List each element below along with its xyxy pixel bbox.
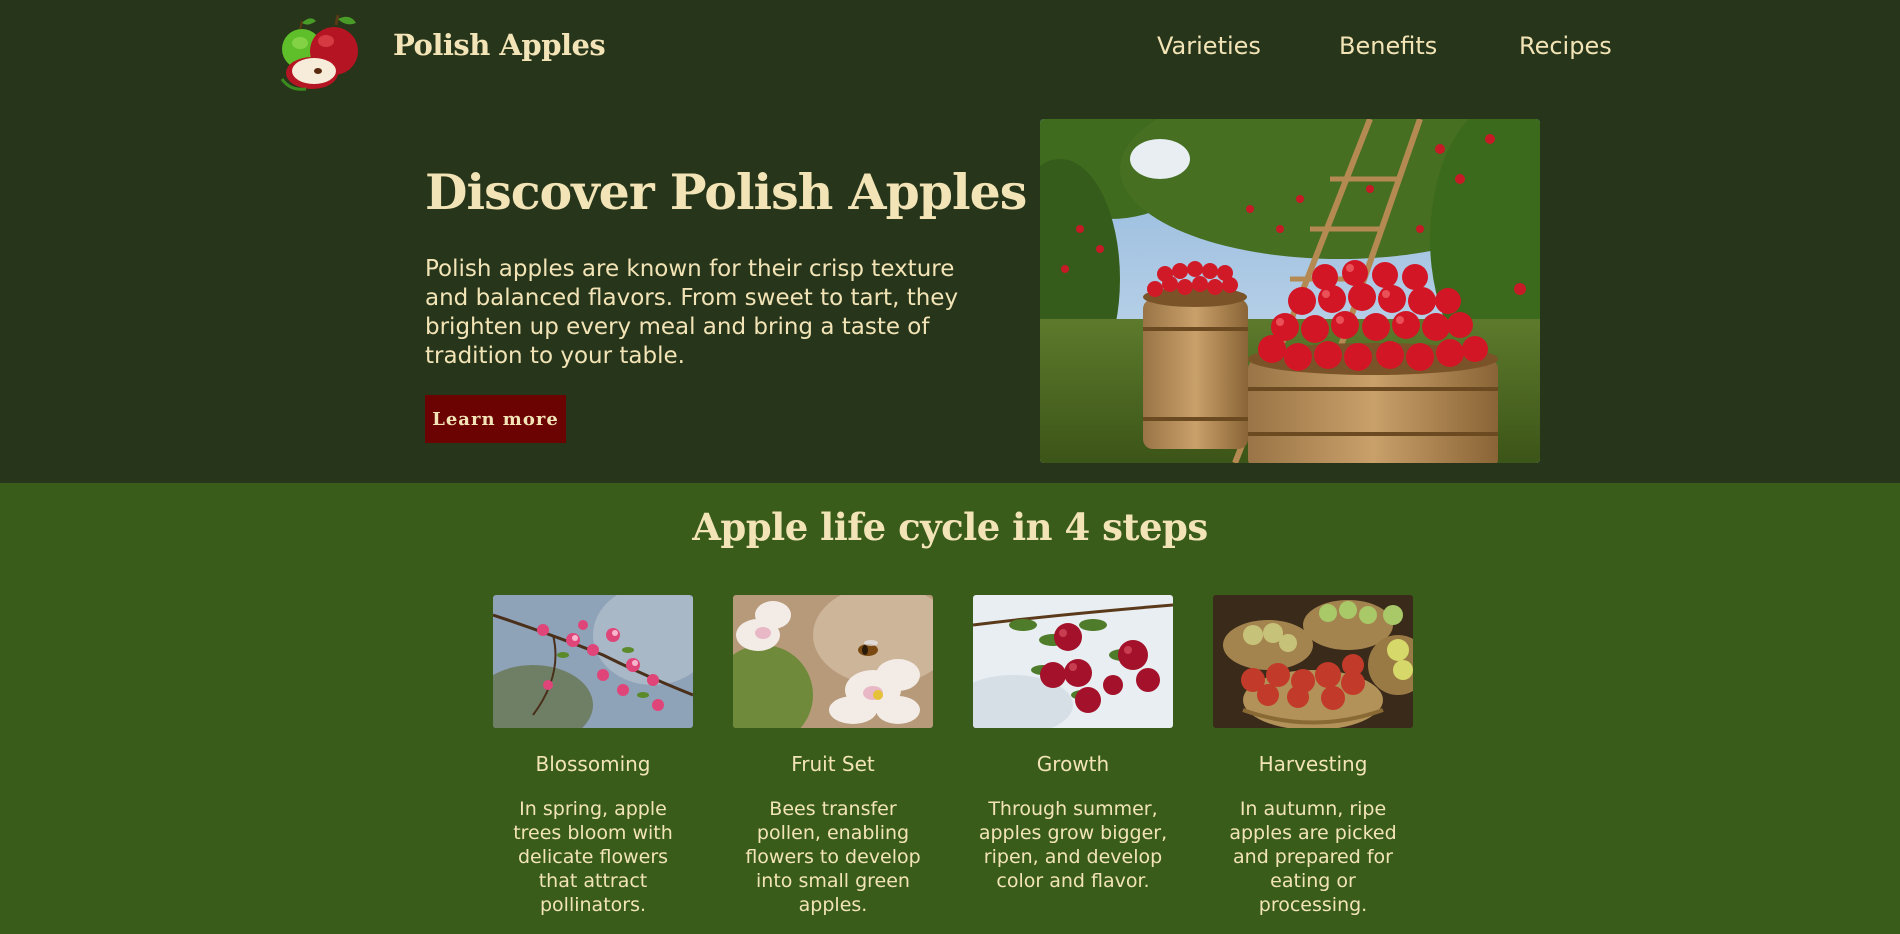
step-card-fruit-set: Fruit Set Bees transfer pollen, enabling…: [733, 595, 933, 917]
brand-name[interactable]: Polish Apples: [393, 28, 606, 62]
bee-on-blossom-image: [733, 595, 933, 728]
step-card-growth: Growth Through summer, apples grow bigge…: [973, 595, 1173, 893]
apples-logo-icon[interactable]: [276, 13, 372, 93]
step-name: Harvesting: [1258, 752, 1368, 776]
step-name: Fruit Set: [791, 752, 875, 776]
section-title: Apple life cycle in 4 steps: [692, 505, 1208, 549]
hero-description: Polish apples are known for their crisp …: [425, 256, 959, 369]
apple-blossom-image: [493, 595, 693, 728]
step-description: Through summer, apples grow bigger, ripe…: [978, 798, 1168, 892]
step-description: In autumn, ripe apples are picked and pr…: [1229, 798, 1397, 916]
learn-more-button[interactable]: Learn more: [425, 395, 566, 443]
step-card-harvesting: Harvesting In autumn, ripe apples are pi…: [1213, 595, 1413, 917]
lifecycle-section: Apple life cycle in 4 steps Blossoming I…: [0, 483, 1900, 934]
nav-recipes[interactable]: Recipes: [1519, 32, 1612, 60]
hero-section: Polish Apples Varieties Benefits Recipes…: [0, 0, 1900, 483]
nav-benefits[interactable]: Benefits: [1339, 32, 1437, 60]
nav-varieties[interactable]: Varieties: [1157, 32, 1261, 60]
step-description: Bees transfer pollen, enabling flowers t…: [745, 798, 921, 916]
apple-orchard-barrels-image: [1040, 119, 1540, 463]
step-description: In spring, apple trees bloom with delica…: [513, 798, 673, 916]
step-name: Growth: [1036, 752, 1110, 776]
apple-baskets-image: [1213, 595, 1413, 728]
top-nav: Polish Apples Varieties Benefits Recipes: [0, 0, 1900, 96]
apples-on-branch-image: [973, 595, 1173, 728]
step-card-blossoming: Blossoming In spring, apple trees bloom …: [493, 595, 693, 917]
step-name: Blossoming: [535, 752, 651, 776]
hero-title: Discover Polish Apples: [425, 163, 1027, 221]
